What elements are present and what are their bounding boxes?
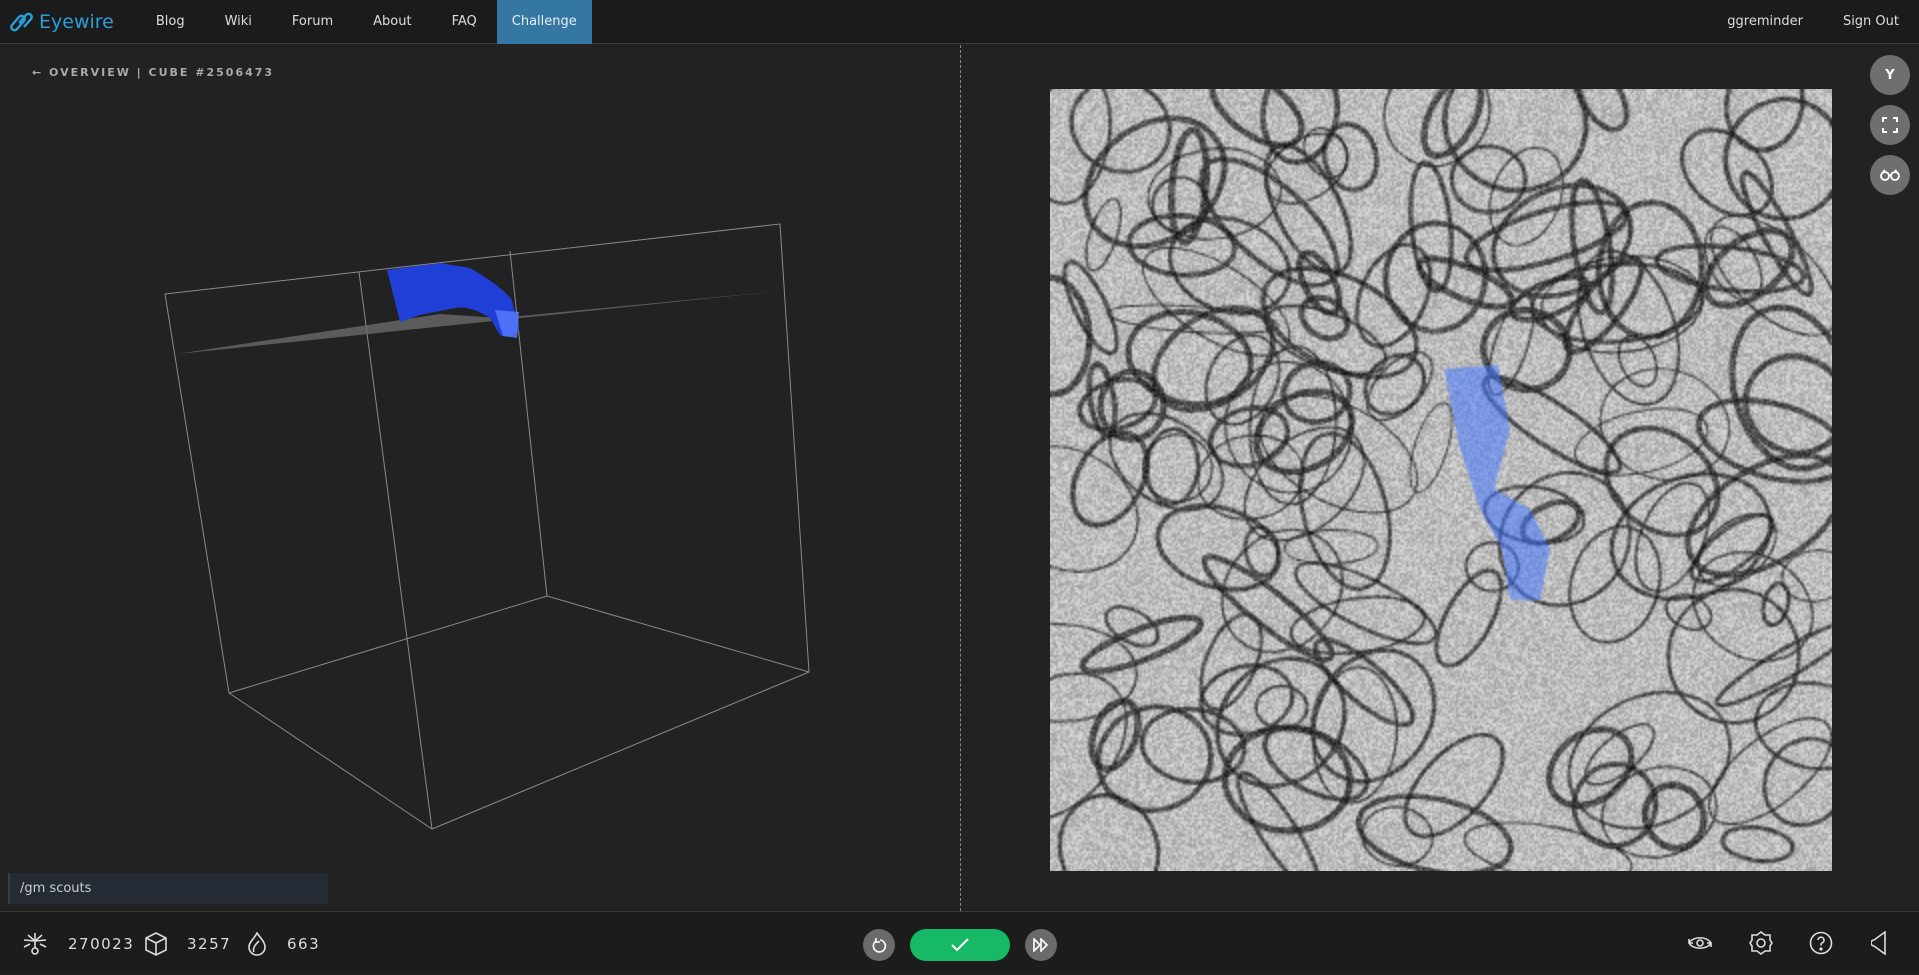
nav-forum[interactable]: Forum bbox=[272, 0, 353, 44]
help-button[interactable] bbox=[1806, 928, 1836, 958]
nav-faq[interactable]: FAQ bbox=[432, 0, 497, 44]
sign-out-link[interactable]: Sign Out bbox=[1823, 0, 1919, 44]
neuron-icon bbox=[23, 932, 47, 955]
reset-icon bbox=[872, 938, 887, 953]
fast-forward-icon bbox=[1033, 938, 1049, 952]
skip-button[interactable] bbox=[1025, 929, 1057, 961]
neurons-stat: 270023 bbox=[22, 912, 134, 975]
submit-button[interactable] bbox=[910, 929, 1010, 961]
help-icon bbox=[1809, 931, 1833, 955]
binoculars-button[interactable] bbox=[1870, 155, 1910, 195]
gear-icon bbox=[1749, 931, 1773, 955]
logo[interactable]: Eyewire bbox=[9, 11, 114, 33]
em-slice-view[interactable] bbox=[1050, 89, 1832, 871]
cubes-stat: 3257 bbox=[145, 912, 231, 975]
axis-label: Y bbox=[1885, 67, 1895, 83]
nav-blog[interactable]: Blog bbox=[136, 0, 205, 44]
bottom-bar: 270023 3257 663 bbox=[0, 911, 1919, 974]
fullscreen-icon bbox=[1882, 117, 1898, 133]
points-stat: 663 bbox=[247, 912, 320, 975]
flame-icon bbox=[248, 931, 266, 956]
panel-divider[interactable] bbox=[960, 45, 961, 911]
binoculars-icon bbox=[1880, 169, 1900, 181]
checkmark-icon bbox=[951, 938, 969, 952]
settings-button[interactable] bbox=[1746, 928, 1776, 958]
reset-button[interactable] bbox=[863, 929, 895, 961]
brand-name: Eyewire bbox=[39, 10, 114, 33]
cubes-count: 3257 bbox=[187, 934, 232, 953]
nav-wiki[interactable]: Wiki bbox=[205, 0, 272, 44]
chat-input[interactable] bbox=[8, 873, 328, 904]
top-nav: Eyewire Blog Wiki Forum About FAQ Challe… bbox=[0, 0, 1919, 44]
nav-challenge[interactable]: Challenge bbox=[496, 0, 592, 44]
username-link[interactable]: ggreminder bbox=[1707, 0, 1823, 44]
speaker-icon bbox=[1871, 931, 1886, 955]
eye-rotate-icon bbox=[1688, 936, 1712, 950]
eyewire-logo-icon bbox=[10, 12, 33, 31]
fullscreen-button[interactable] bbox=[1870, 105, 1910, 145]
neurons-count: 270023 bbox=[68, 934, 135, 953]
axis-toggle-button[interactable]: Y bbox=[1870, 55, 1910, 95]
view-toggle-button[interactable] bbox=[1685, 928, 1715, 958]
nav-about[interactable]: About bbox=[353, 0, 431, 44]
points-count: 663 bbox=[287, 934, 321, 953]
3d-cube-view[interactable] bbox=[0, 45, 958, 911]
cube-icon bbox=[145, 931, 167, 956]
sound-button[interactable] bbox=[1864, 928, 1894, 958]
